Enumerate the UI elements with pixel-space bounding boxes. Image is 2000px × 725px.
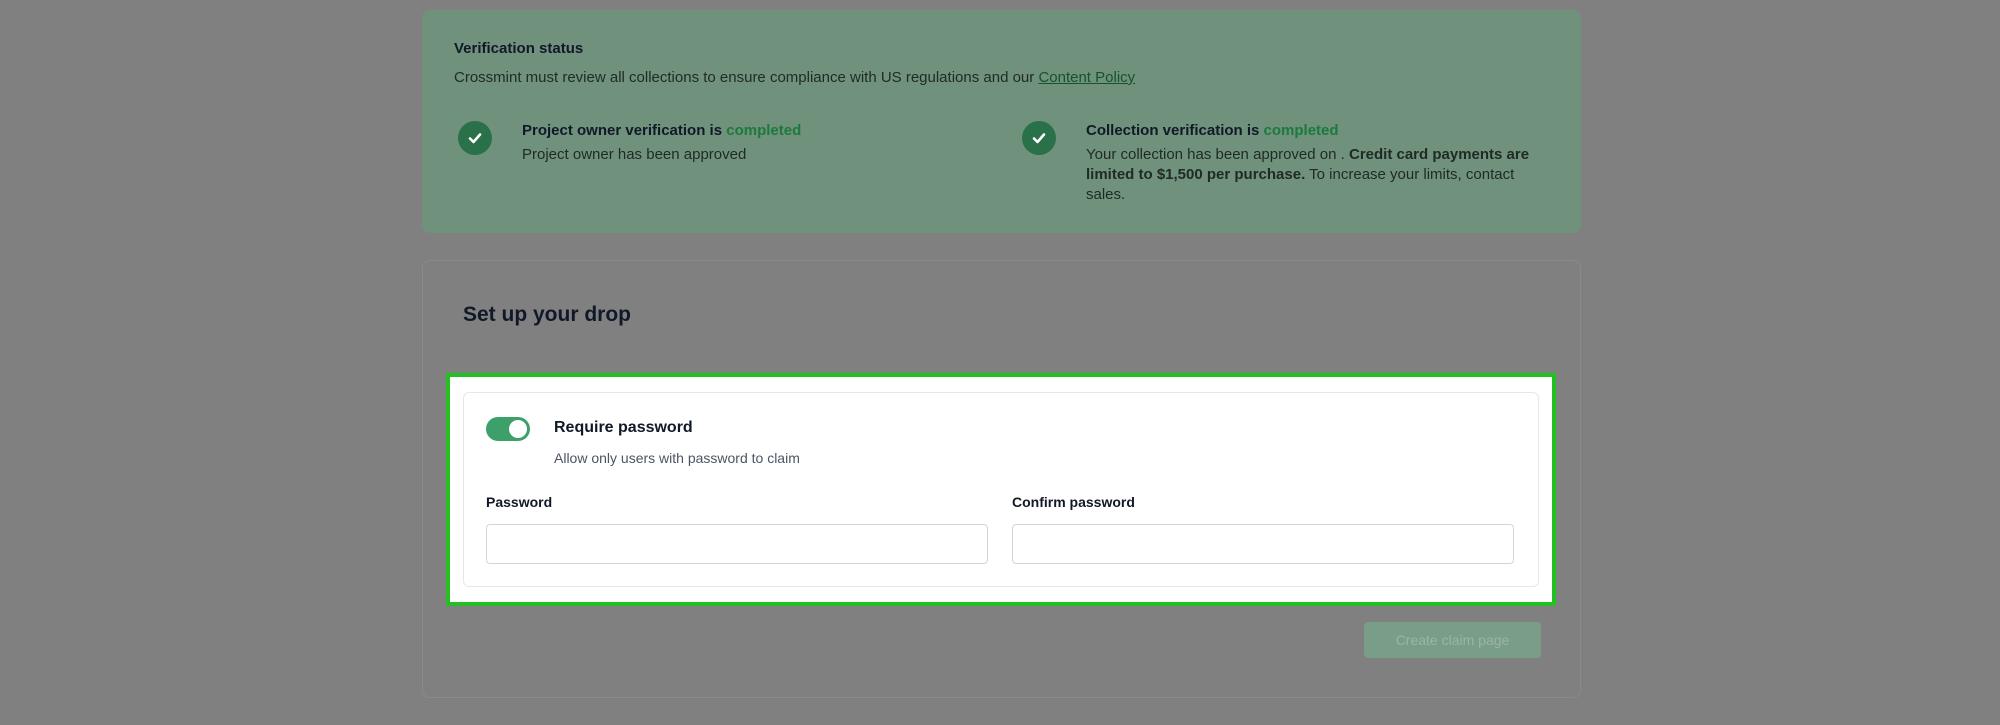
confirm-password-input[interactable] <box>1012 524 1514 564</box>
create-claim-page-button[interactable]: Create claim page <box>1364 622 1541 658</box>
project-owner-verification: Project owner verification is completed … <box>458 121 898 165</box>
require-password-description: Allow only users with password to claim <box>554 450 800 466</box>
require-password-section: Require password Allow only users with p… <box>463 392 1539 587</box>
verification-description-text: Crossmint must review all collections to… <box>454 69 1035 86</box>
verification-status-card: Verification status Crossmint must revie… <box>422 10 1581 233</box>
collection-status: completed <box>1263 122 1339 139</box>
require-password-toggle[interactable] <box>486 417 530 441</box>
project-owner-status: completed <box>726 122 802 139</box>
require-password-panel: Require password Allow only users with p… <box>446 373 1556 606</box>
project-owner-detail: Project owner has been approved <box>522 146 747 163</box>
require-password-title: Require password <box>554 419 693 436</box>
collection-detail-prefix: Your collection has been approved on . <box>1086 146 1345 163</box>
project-owner-verification-label: Project owner verification is <box>522 122 723 139</box>
collection-detail: Your collection has been approved on . C… <box>1086 145 1552 205</box>
content-policy-link[interactable]: Content Policy <box>1038 69 1135 86</box>
setup-drop-title: Set up your drop <box>463 303 631 326</box>
toggle-knob <box>509 420 527 438</box>
verification-description: Crossmint must review all collections to… <box>454 69 1549 86</box>
password-input[interactable] <box>486 524 988 564</box>
check-circle-icon <box>1022 121 1056 155</box>
check-circle-icon <box>458 121 492 155</box>
collection-verification-label: Collection verification is <box>1086 122 1260 139</box>
collection-verification: Collection verification is completed You… <box>1022 121 1552 205</box>
confirm-password-label: Confirm password <box>1012 494 1135 510</box>
password-label: Password <box>486 494 553 510</box>
verification-status-title: Verification status <box>454 40 584 57</box>
